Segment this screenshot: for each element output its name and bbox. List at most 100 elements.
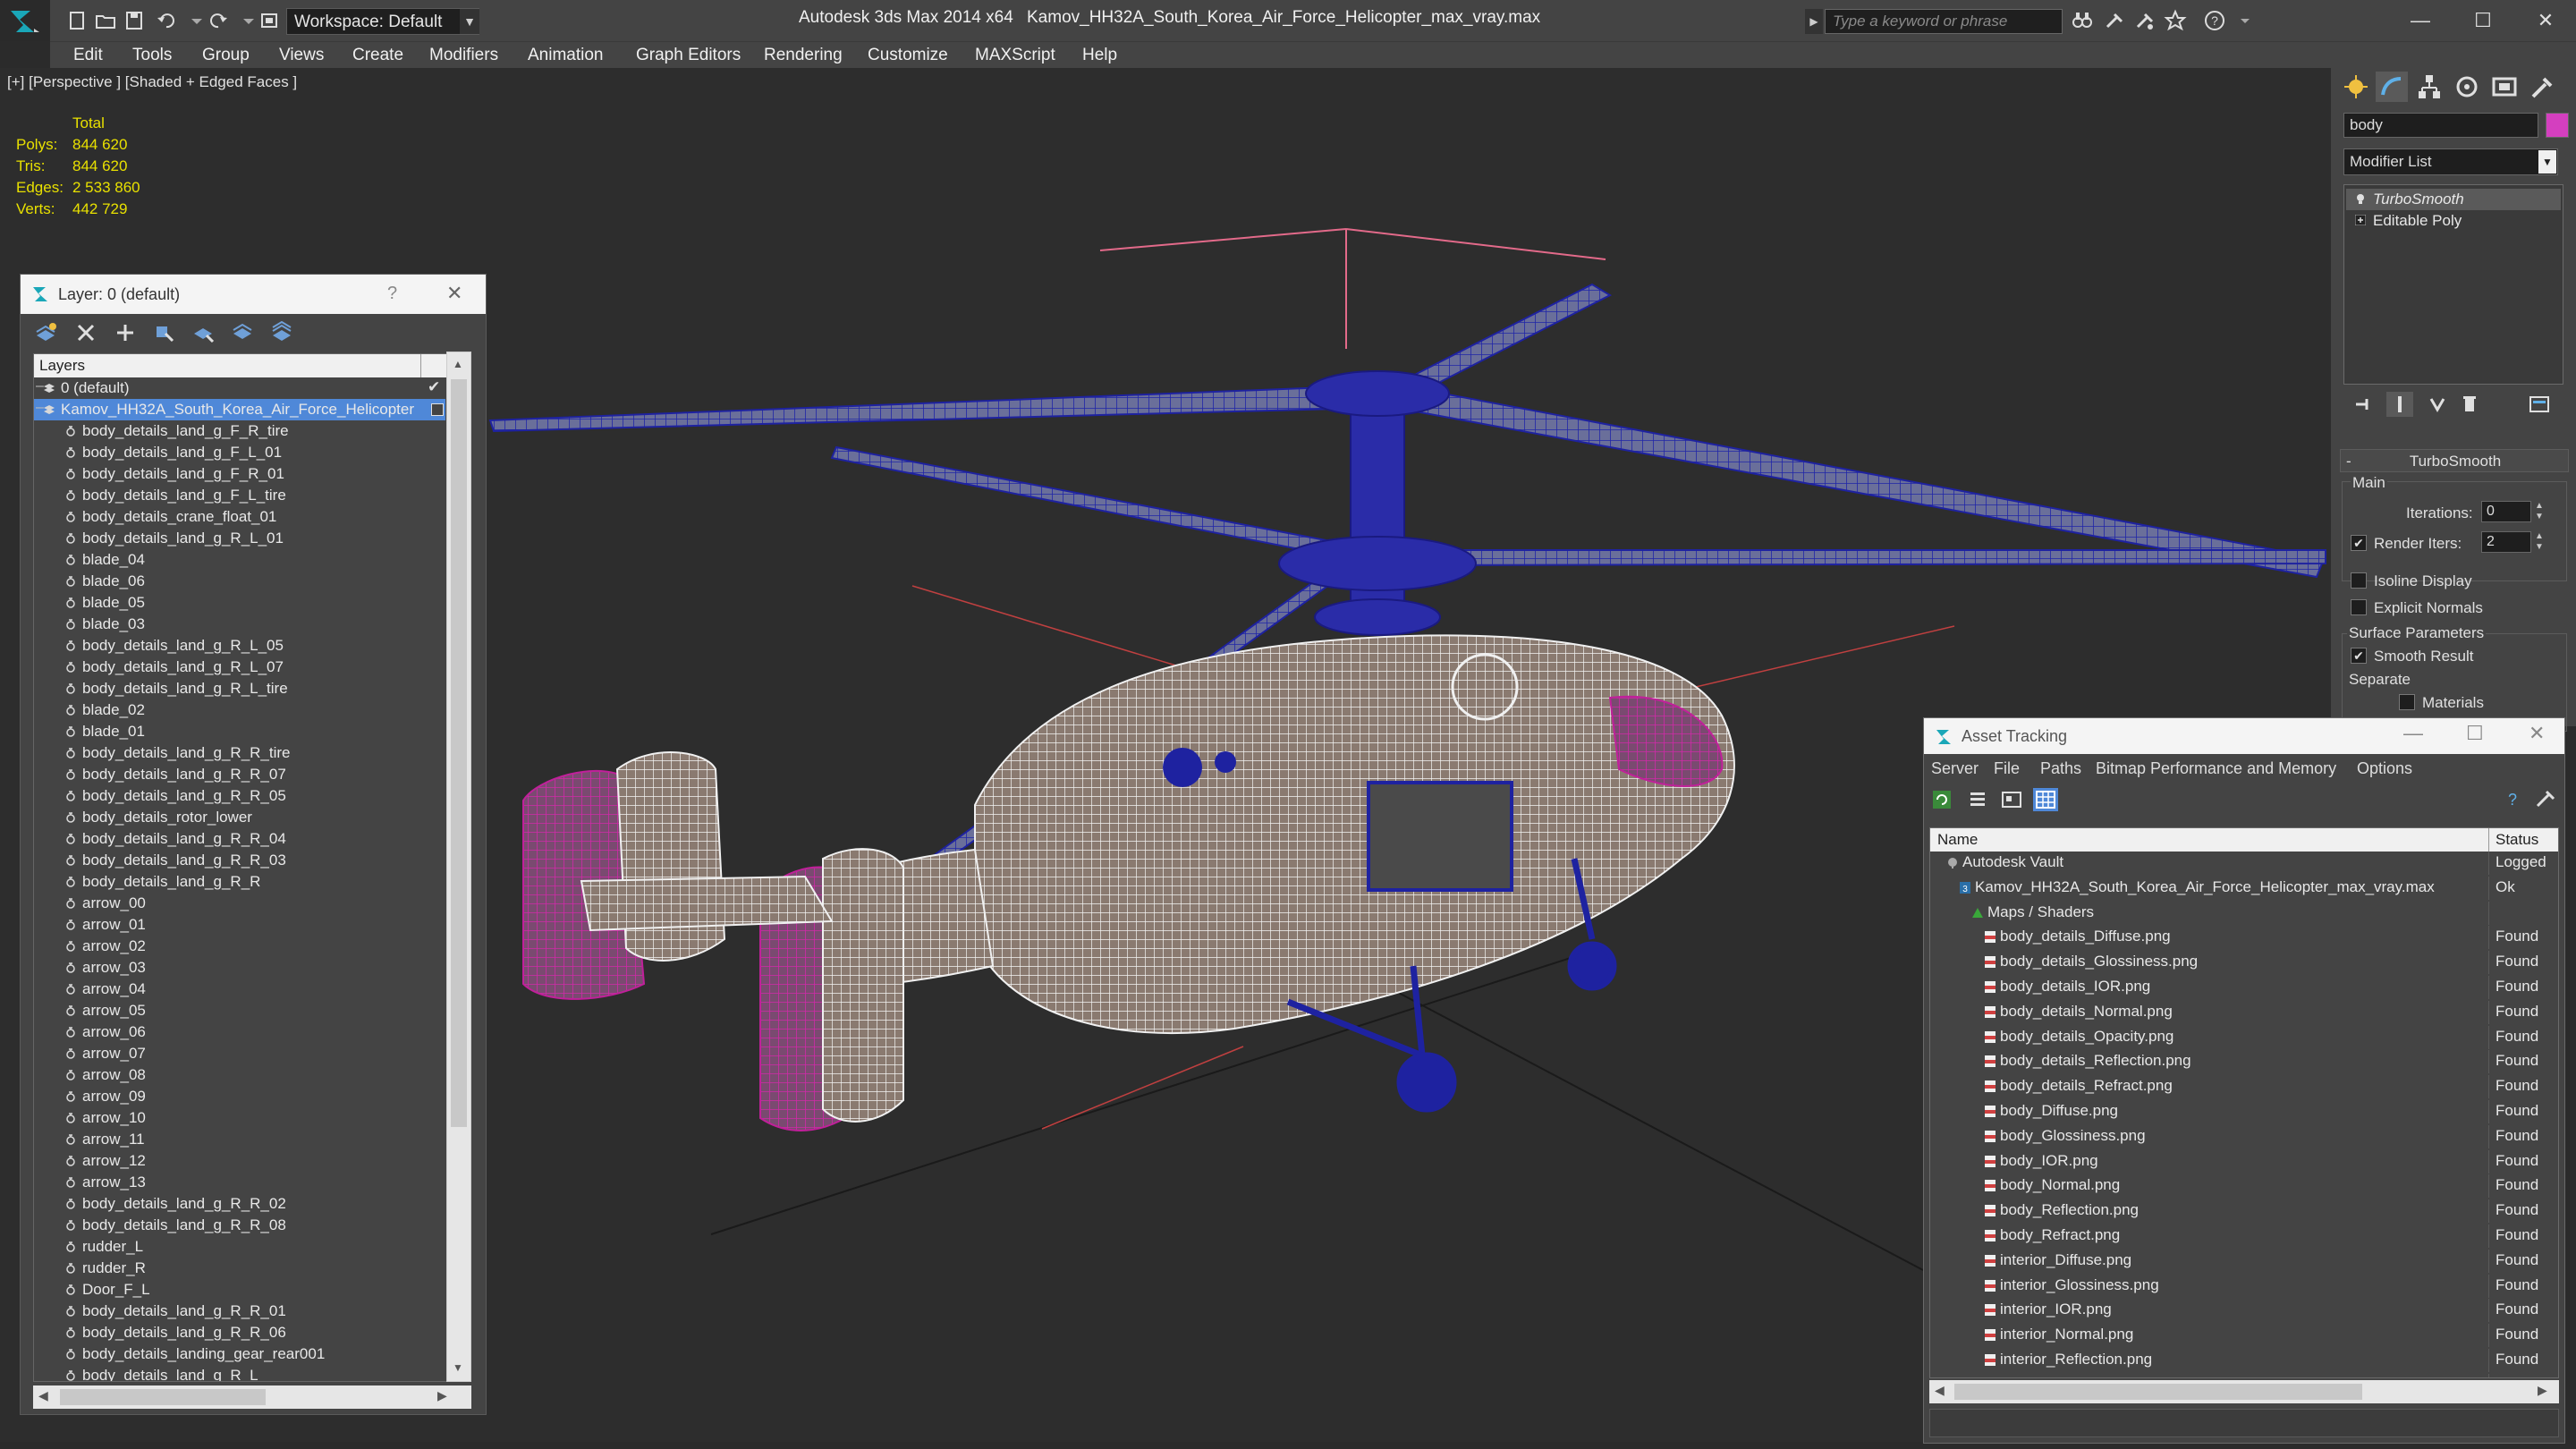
object-name-field[interactable] xyxy=(2343,113,2538,138)
layer-row[interactable]: arrow_08 xyxy=(34,1064,445,1086)
layer-row[interactable]: arrow_00 xyxy=(34,893,445,914)
scrollbar-thumb[interactable] xyxy=(1954,1384,2362,1400)
object-teapot-icon[interactable] xyxy=(64,1240,77,1254)
menu-modifiers[interactable]: Modifiers xyxy=(429,46,498,65)
redo-icon[interactable] xyxy=(206,9,231,32)
chevron-down-icon[interactable]: ▼ xyxy=(460,9,479,34)
object-teapot-icon[interactable] xyxy=(64,982,77,996)
menu-graph-editors[interactable]: Graph Editors xyxy=(636,46,741,65)
lightbulb-icon[interactable] xyxy=(2355,193,2366,204)
hierarchy-tab-icon[interactable] xyxy=(2413,72,2445,102)
menu-server[interactable]: Server xyxy=(1931,759,1979,778)
modify-tab-icon[interactable] xyxy=(2376,72,2408,102)
layer-row[interactable]: body_details_land_g_F_L_01 xyxy=(34,442,445,463)
asset-row[interactable]: body_details_Glossiness.png Found xyxy=(1930,951,2558,975)
object-teapot-icon[interactable] xyxy=(64,1175,77,1190)
layer-panel-titlebar[interactable]: Layer: 0 (default) ? ✕ xyxy=(21,275,486,314)
scroll-down-icon[interactable]: ▼ xyxy=(453,1361,463,1374)
layer-row[interactable]: arrow_01 xyxy=(34,914,445,936)
pin-stack-icon[interactable] xyxy=(2349,392,2376,417)
create-layer-icon[interactable] xyxy=(33,321,60,344)
object-teapot-icon[interactable] xyxy=(64,617,77,631)
communication-icon[interactable] xyxy=(2132,9,2157,32)
remove-modifier-icon[interactable] xyxy=(2456,392,2483,417)
object-teapot-icon[interactable] xyxy=(64,1347,77,1361)
spinner-arrows-icon[interactable]: ▲ ▼ xyxy=(2533,501,2546,522)
asset-row[interactable]: interior_Glossiness.png Found xyxy=(1930,1274,2558,1298)
menu-animation[interactable]: Animation xyxy=(528,46,604,65)
layer-row[interactable]: body_details_rotor_lower xyxy=(34,807,445,828)
layer-row[interactable]: arrow_07 xyxy=(34,1043,445,1064)
object-teapot-icon[interactable] xyxy=(64,1004,77,1018)
object-teapot-icon[interactable] xyxy=(64,1368,77,1382)
layer-row[interactable]: body_details_land_g_R_R_08 xyxy=(34,1215,445,1236)
layer-row[interactable]: arrow_03 xyxy=(34,957,445,979)
object-teapot-icon[interactable] xyxy=(64,1111,77,1125)
object-teapot-icon[interactable] xyxy=(64,832,77,846)
asset-row[interactable]: interior_Normal.png Found xyxy=(1930,1324,2558,1348)
object-teapot-icon[interactable] xyxy=(64,1326,77,1340)
object-teapot-icon[interactable] xyxy=(64,424,77,438)
select-objects-icon[interactable] xyxy=(151,321,178,344)
layer-row[interactable]: arrow_10 xyxy=(34,1107,445,1129)
asset-row[interactable]: body_details_Reflection.png Found xyxy=(1930,1050,2558,1074)
layer-row[interactable]: body_details_land_g_R_L_01 xyxy=(34,528,445,549)
layer-row[interactable]: blade_05 xyxy=(34,592,445,614)
current-layer-check-icon[interactable]: ✔ xyxy=(428,378,440,396)
object-color-swatch[interactable] xyxy=(2546,113,2569,138)
layer-row[interactable]: – 0 (default) ✔ xyxy=(34,377,445,399)
layer-row[interactable]: arrow_05 xyxy=(34,1000,445,1021)
help-dropdown-icon[interactable] xyxy=(2233,9,2250,32)
object-teapot-icon[interactable] xyxy=(64,724,77,739)
asset-tracking-titlebar[interactable]: Asset Tracking — ☐ ✕ xyxy=(1924,718,2564,754)
asset-row[interactable]: body_Refract.png Found xyxy=(1930,1224,2558,1248)
object-teapot-icon[interactable] xyxy=(64,789,77,803)
scroll-left-icon[interactable]: ◀ xyxy=(1935,1383,1945,1398)
asset-horizontal-scrollbar[interactable]: ◀ ▶ xyxy=(1929,1380,2559,1403)
vault-settings-icon[interactable] xyxy=(2532,788,2557,811)
asset-row[interactable]: interior_Diffuse.png Found xyxy=(1930,1249,2558,1273)
object-teapot-icon[interactable] xyxy=(64,1068,77,1082)
layer-row[interactable]: body_details_land_g_R_R_tire xyxy=(34,742,445,764)
scroll-right-icon[interactable]: ▶ xyxy=(437,1388,447,1403)
layer-row[interactable]: body_details_land_g_F_R_01 xyxy=(34,463,445,485)
asset-row[interactable]: body_IOR.png Found xyxy=(1930,1149,2558,1174)
layer-row[interactable]: body_details_land_g_R_R_05 xyxy=(34,785,445,807)
object-teapot-icon[interactable] xyxy=(64,445,77,460)
show-end-result-icon[interactable] xyxy=(2386,392,2413,417)
table-view-icon[interactable] xyxy=(2033,788,2058,811)
save-icon[interactable] xyxy=(122,9,147,32)
menu-views[interactable]: Views xyxy=(279,46,324,65)
asset-row[interactable]: body_Glossiness.png Found xyxy=(1930,1124,2558,1148)
maximize-button[interactable]: ☐ xyxy=(2466,722,2484,745)
column-divider[interactable] xyxy=(420,354,421,377)
search-expand-icon[interactable]: ▶ xyxy=(1805,9,1823,34)
select-layer-icon[interactable] xyxy=(191,321,217,344)
object-teapot-icon[interactable] xyxy=(64,810,77,825)
configure-modifier-sets-icon[interactable] xyxy=(2526,392,2553,417)
stack-item-editable-poly[interactable]: Editable Poly xyxy=(2346,210,2561,232)
object-teapot-icon[interactable] xyxy=(64,1197,77,1211)
asset-row[interactable]: 3 Kamov_HH32A_South_Korea_Air_Force_Helic… xyxy=(1930,876,2558,900)
rollout-header[interactable]: - TurboSmooth xyxy=(2340,449,2569,472)
create-tab-icon[interactable] xyxy=(2340,72,2372,102)
utilities-tab-icon[interactable] xyxy=(2526,72,2558,102)
list-view-icon[interactable] xyxy=(1965,788,1990,811)
menu-create[interactable]: Create xyxy=(352,46,403,65)
render-iters-spinner[interactable]: 2 xyxy=(2481,531,2531,553)
menu-options[interactable]: Options xyxy=(2357,759,2412,778)
expand-plus-icon[interactable] xyxy=(2355,215,2366,225)
set-current-layer-box-icon[interactable] xyxy=(431,403,444,416)
scrollbar-thumb[interactable] xyxy=(451,379,467,1127)
object-teapot-icon[interactable] xyxy=(64,467,77,481)
object-teapot-icon[interactable] xyxy=(64,875,77,889)
minimize-button[interactable]: — xyxy=(2403,722,2423,745)
menu-rendering[interactable]: Rendering xyxy=(764,46,843,65)
object-teapot-icon[interactable] xyxy=(64,682,77,696)
modifier-list-dropdown[interactable]: Modifier List xyxy=(2343,148,2558,175)
column-divider[interactable] xyxy=(2488,828,2489,852)
asset-row[interactable]: body_details_Normal.png Found xyxy=(1930,1000,2558,1024)
layer-horizontal-scrollbar[interactable]: ◀ ▶ xyxy=(33,1385,471,1409)
object-teapot-icon[interactable] xyxy=(64,574,77,589)
layer-column-header[interactable]: Layers xyxy=(34,354,465,377)
